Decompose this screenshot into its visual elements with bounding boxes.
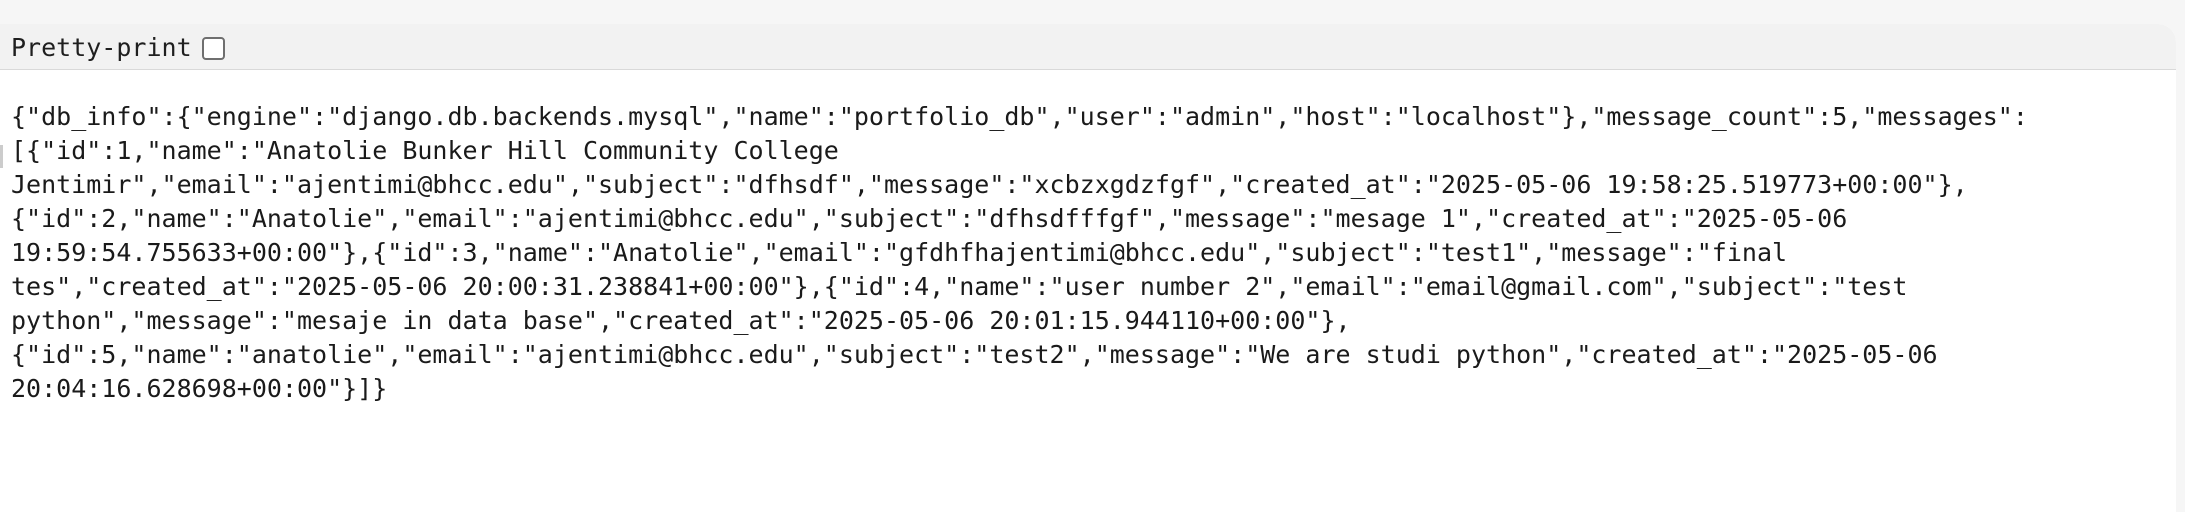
json-line: tes","created_at":"2025-05-06 20:00:31.2… — [11, 272, 1908, 301]
json-viewer-toolbar: Pretty-print — [0, 24, 2176, 70]
raw-json-text: {"db_info":{"engine":"django.db.backends… — [11, 100, 2161, 406]
pretty-print-checkbox[interactable] — [201, 36, 225, 60]
browser-viewport: Pretty-print {"db_info":{"engine":"djang… — [0, 0, 2185, 512]
json-line: 19:59:54.755633+00:00"},{"id":3,"name":"… — [11, 238, 1788, 267]
json-line: {"id":2,"name":"Anatolie","email":"ajent… — [11, 204, 1848, 233]
json-viewer-page: Pretty-print {"db_info":{"engine":"djang… — [0, 24, 2176, 512]
json-line: Jentimir","email":"ajentimi@bhcc.edu","s… — [11, 170, 1968, 199]
json-line: [{"id":1,"name":"Anatolie Bunker Hill Co… — [11, 136, 839, 165]
pretty-print-label: Pretty-print — [11, 33, 192, 62]
json-line: 20:04:16.628698+00:00"}]} — [11, 374, 388, 403]
pretty-print-control[interactable]: Pretty-print — [11, 31, 225, 65]
json-line: {"db_info":{"engine":"django.db.backends… — [11, 102, 2028, 131]
json-line: {"id":5,"name":"anatolie","email":"ajent… — [11, 340, 1938, 369]
json-line: python","message":"mesaje in data base",… — [11, 306, 1351, 335]
left-edge-indicator — [0, 145, 3, 168]
